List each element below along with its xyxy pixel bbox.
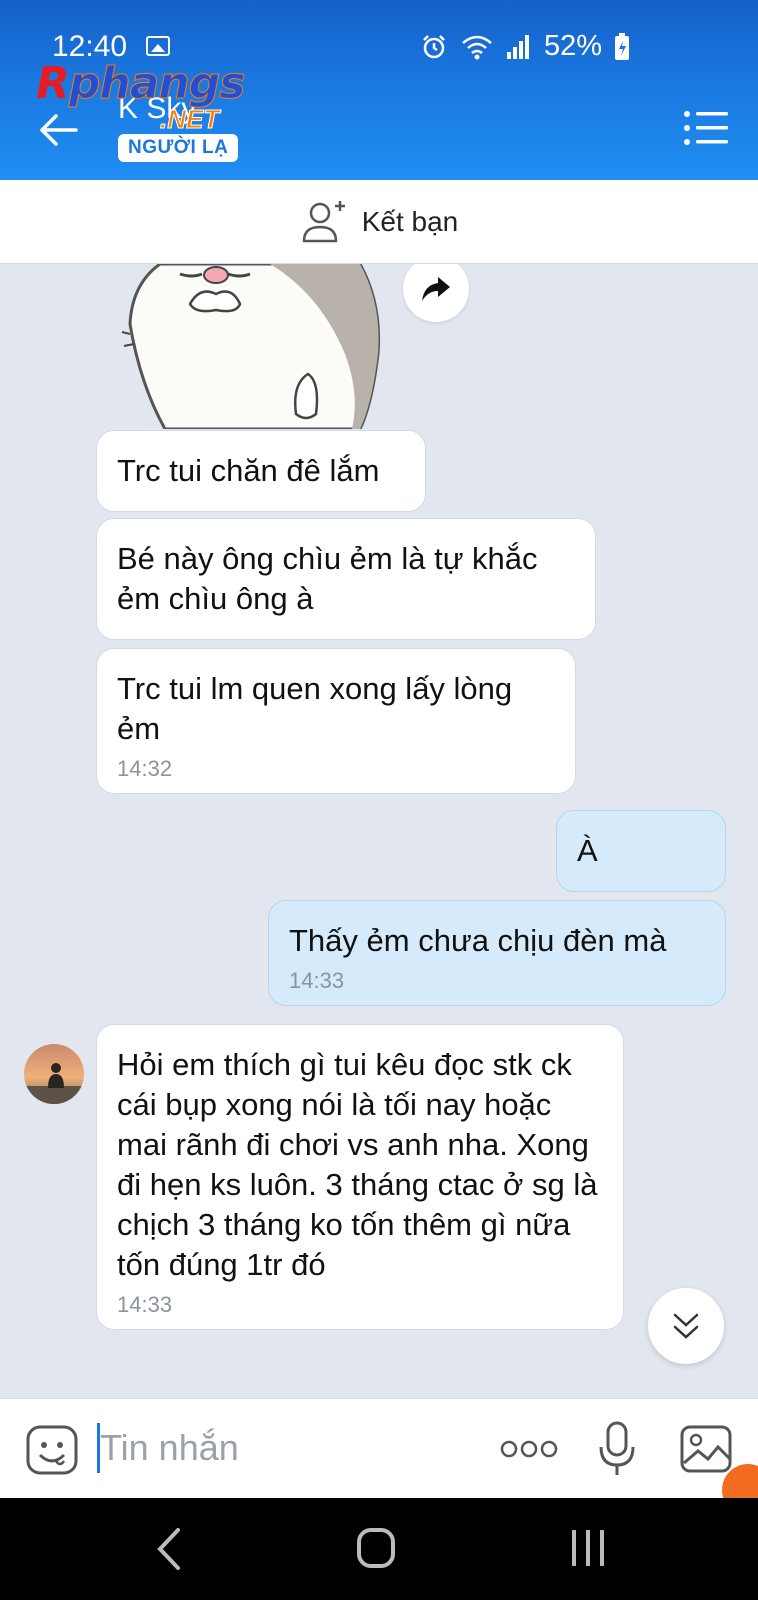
message-time: 14:33 [117,1292,173,1317]
add-friend-icon [302,200,345,242]
message-bubble-received[interactable]: Trc tui chăn đê lắm [96,430,426,512]
message-text: Bé này ông chìu ẻm là tự khắc ẻm chìu ôn… [117,541,538,616]
microphone-icon[interactable] [598,1421,636,1477]
double-chevron-down-icon [673,1313,699,1339]
share-arrow-icon [422,277,450,301]
add-friend-label: Kết bạn [361,205,459,237]
avatar[interactable] [24,1044,84,1104]
message-bubble-received[interactable]: Trc tui lm quen xong lấy lòng ẻm 14:32 [96,648,576,794]
gallery-image-icon[interactable] [680,1425,732,1473]
watermark-net: .NET [159,104,220,135]
message-list[interactable]: Trc tui chăn đê lắm Bé này ông chìu ẻm l… [0,264,758,1398]
stranger-badge: NGƯỜI LẠ [118,134,239,162]
message-text: Trc tui chăn đê lắm [117,453,380,488]
scroll-to-bottom-button[interactable] [648,1288,724,1364]
message-bubble-received[interactable]: Hỏi em thích gì tui kêu đọc stk ck cái b… [96,1024,624,1330]
image-icon [146,36,170,56]
message-bubble-sent[interactable]: Thấy ẻm chưa chịu đèn mà 14:33 [268,900,726,1006]
system-navigation-bar [0,1498,758,1600]
status-icons: 52% [420,30,630,63]
nav-recent-apps-icon[interactable] [568,1526,608,1570]
watermark-logo: Rphangs [36,58,246,110]
sticker-emoji-icon[interactable] [26,1425,78,1475]
message-text: Trc tui lm quen xong lấy lòng ẻm [117,671,513,746]
message-bubble-sent[interactable]: À [556,810,726,892]
alarm-icon [423,34,445,58]
message-text: À [577,833,598,868]
message-time: 14:32 [117,756,173,781]
message-text: Hỏi em thích gì tui kêu đọc stk ck cái b… [117,1047,598,1282]
message-text: Thấy ẻm chưa chịu đèn mà [289,923,667,958]
message-bubble-received[interactable]: Bé này ông chìu ẻm là tự khắc ẻm chìu ôn… [96,518,596,640]
chat-header: 12:40 52% K Sky NGƯỜI LẠ Rphangs .NET [0,0,758,180]
add-friend-button[interactable]: Kết bạn [0,180,758,264]
message-time: 14:33 [289,968,345,993]
more-options-icon[interactable] [500,1437,558,1461]
battery-percent: 52% [543,30,602,62]
forward-button[interactable] [403,264,469,322]
nav-home-icon[interactable] [356,1526,396,1570]
signal-icon [506,34,529,59]
menu-list-icon[interactable] [682,108,730,148]
message-input-bar [0,1398,758,1498]
back-arrow-icon[interactable] [36,108,80,152]
nav-back-icon[interactable] [150,1524,190,1574]
message-input[interactable] [100,1419,460,1477]
cat-sticker-image[interactable] [120,264,385,429]
wifi-icon [462,35,492,59]
battery-icon [615,32,629,60]
